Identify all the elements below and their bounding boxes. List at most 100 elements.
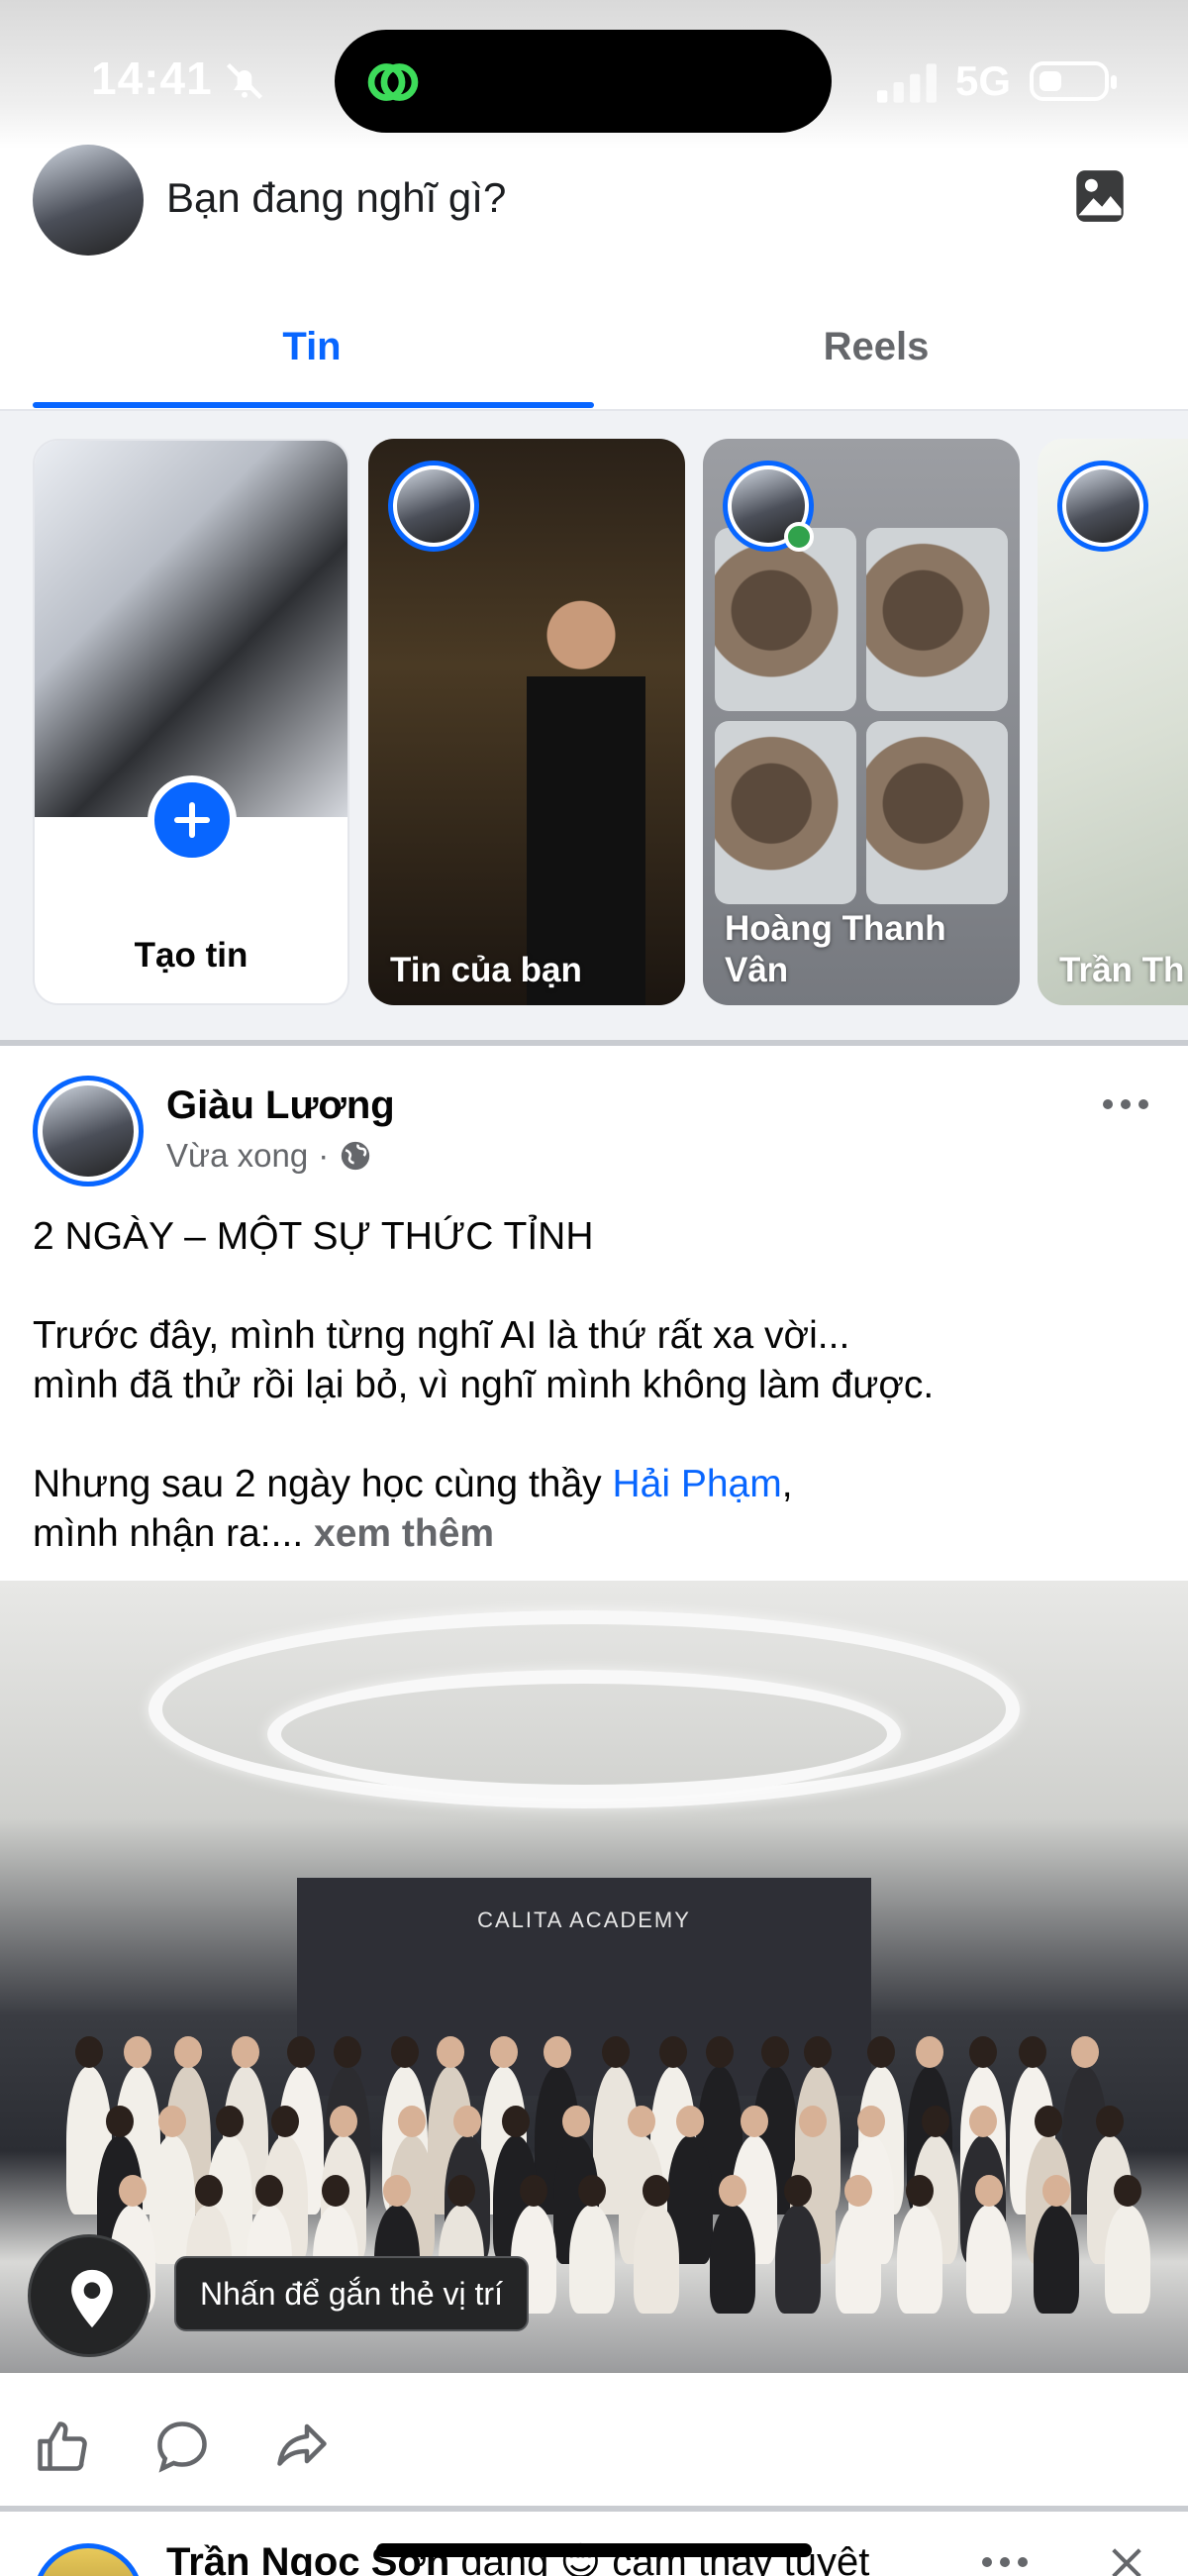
location-pin-icon (71, 2269, 113, 2328)
crowd-person-head (783, 2175, 812, 2207)
share-icon[interactable] (272, 2417, 332, 2476)
post-paragraph: Nhưng sau 2 ngày học cùng thầy Hải Phạm,… (33, 1460, 1161, 1559)
story-photo-tile (715, 528, 856, 711)
location-button[interactable] (28, 2234, 150, 2357)
crowd-person-head (390, 2036, 419, 2068)
crowd-person-head (436, 2036, 464, 2068)
post-paragraph: Trước đây, mình từng nghĩ AI là thứ rất … (33, 1311, 1161, 1410)
post-author-avatar[interactable] (33, 1076, 144, 1186)
more-icon[interactable] (1101, 1097, 1150, 1111)
story-card-yours[interactable]: Tin của bạn (368, 439, 685, 1005)
post-headline: 2 NGÀY – MỘT SỰ THỨC TỈNH (33, 1215, 594, 1258)
crowd-person-head (74, 2036, 103, 2068)
post-time[interactable]: Vừa xong (166, 1137, 308, 1175)
crowd-person-head (124, 2036, 152, 2068)
crowd-person-head (287, 2036, 316, 2068)
home-indicator (376, 2543, 812, 2557)
crowd-person-head (452, 2106, 481, 2137)
close-icon[interactable] (1107, 2543, 1146, 2576)
crowd-person-head (489, 2036, 518, 2068)
crowd-person (897, 2205, 943, 2314)
crowd-person-head (447, 2175, 476, 2207)
meta-separator: · (318, 1137, 330, 1174)
crowd-person-head (760, 2036, 789, 2068)
post-meta: Vừa xong · (166, 1137, 372, 1175)
story-card-hoang-thanh-van[interactable]: Hoàng Thanh Vân (703, 439, 1020, 1005)
story-photo (487, 558, 675, 1005)
crowd-person-head (334, 2036, 362, 2068)
battery-icon (1030, 61, 1117, 101)
crowd-person-head (799, 2106, 828, 2137)
tab-stories[interactable]: Tin (35, 325, 589, 369)
crowd-person (1033, 2205, 1079, 2314)
island-app-icon (367, 63, 419, 101)
online-status-dot (784, 522, 814, 552)
crowd-person-head (119, 2175, 148, 2207)
photo-crowd (40, 1997, 1151, 2314)
story-create-photo (35, 441, 347, 817)
crowd-person (709, 2205, 755, 2314)
status-time: 14:41 (91, 52, 213, 104)
see-more-link[interactable]: xem thêm (314, 1512, 494, 1555)
crowd-person-head (804, 2036, 833, 2068)
avatar[interactable] (33, 2543, 144, 2576)
comment-icon[interactable] (152, 2417, 212, 2476)
tab-reels[interactable]: Reels (599, 325, 1153, 369)
mention-link[interactable]: Hải Phạm (613, 1463, 782, 1505)
crowd-person-head (675, 2106, 704, 2137)
crowd-person-head (270, 2106, 299, 2137)
story-photo-tile (866, 528, 1008, 711)
post-author-name[interactable]: Giàu Lương (166, 1083, 395, 1128)
active-tab-indicator (33, 402, 594, 408)
story-create-card[interactable]: Tạo tin (33, 439, 349, 1005)
dynamic-island (335, 30, 832, 133)
crowd-person-head (1114, 2175, 1142, 2207)
plus-icon[interactable] (148, 775, 237, 865)
like-icon[interactable] (33, 2417, 92, 2476)
feed-tabs: Tin Reels (0, 297, 1188, 411)
post-line: mình đã thử rồi lại bỏ, vì nghĩ mình khô… (33, 1364, 935, 1406)
story-label: Tạo tin (134, 936, 248, 975)
post-composer[interactable]: Bạn đang nghĩ gì? (0, 139, 1188, 267)
crowd-person-head (216, 2106, 245, 2137)
crowd-person-head (1035, 2106, 1063, 2137)
crowd-person-head (194, 2175, 223, 2207)
ceiling-light (267, 1670, 901, 1799)
story-label: Hoàng Thanh Vân (725, 909, 946, 989)
crowd-person (569, 2205, 616, 2314)
avatar (1066, 469, 1139, 543)
crowd-person-head (1041, 2175, 1070, 2207)
section-divider (0, 1040, 1188, 1046)
more-icon[interactable] (980, 2555, 1030, 2569)
crowd-person (1105, 2205, 1151, 2314)
avatar[interactable] (33, 145, 144, 256)
avatar (43, 1085, 134, 1177)
crowd-person-head (969, 2036, 998, 2068)
composer-input[interactable]: Bạn đang nghĩ gì? (166, 174, 506, 222)
location-tooltip: Nhấn để gắn thẻ vị trí (174, 2256, 529, 2331)
story-photo-tile (715, 721, 856, 904)
crowd-person-head (718, 2175, 746, 2207)
crowd-person-head (562, 2106, 591, 2137)
post-photo[interactable]: CALITA ACADEMY Nhấn để gắn thẻ vị trí (0, 1581, 1188, 2373)
story-label: Trần Th (1059, 951, 1185, 989)
stories-tray: Tạo tin Tin của bạn Hoàng Thanh Vân Trần… (0, 411, 1188, 1040)
crowd-person (774, 2205, 821, 2314)
crowd-person-head (843, 2175, 872, 2207)
story-label: Tin của bạn (390, 951, 582, 989)
signal-icon (877, 63, 937, 103)
crowd-person-head (916, 2036, 944, 2068)
crowd-person-head (1095, 2106, 1124, 2137)
post-line: mình nhận ra:... (33, 1512, 314, 1555)
crowd-person-head (740, 2106, 768, 2137)
post-line: Nhưng sau 2 ngày học cùng thầy (33, 1463, 613, 1505)
story-card-tran[interactable]: Trần Th (1038, 439, 1188, 1005)
crowd-person-head (705, 2036, 734, 2068)
crowd-person-head (658, 2036, 687, 2068)
crowd-person-head (543, 2036, 571, 2068)
photo-icon[interactable] (1074, 168, 1126, 224)
crowd-person-head (174, 2036, 203, 2068)
crowd-person-head (602, 2036, 631, 2068)
crowd-person-head (643, 2175, 671, 2207)
backdrop-text: CALITA ACADEMY (477, 1907, 691, 1932)
